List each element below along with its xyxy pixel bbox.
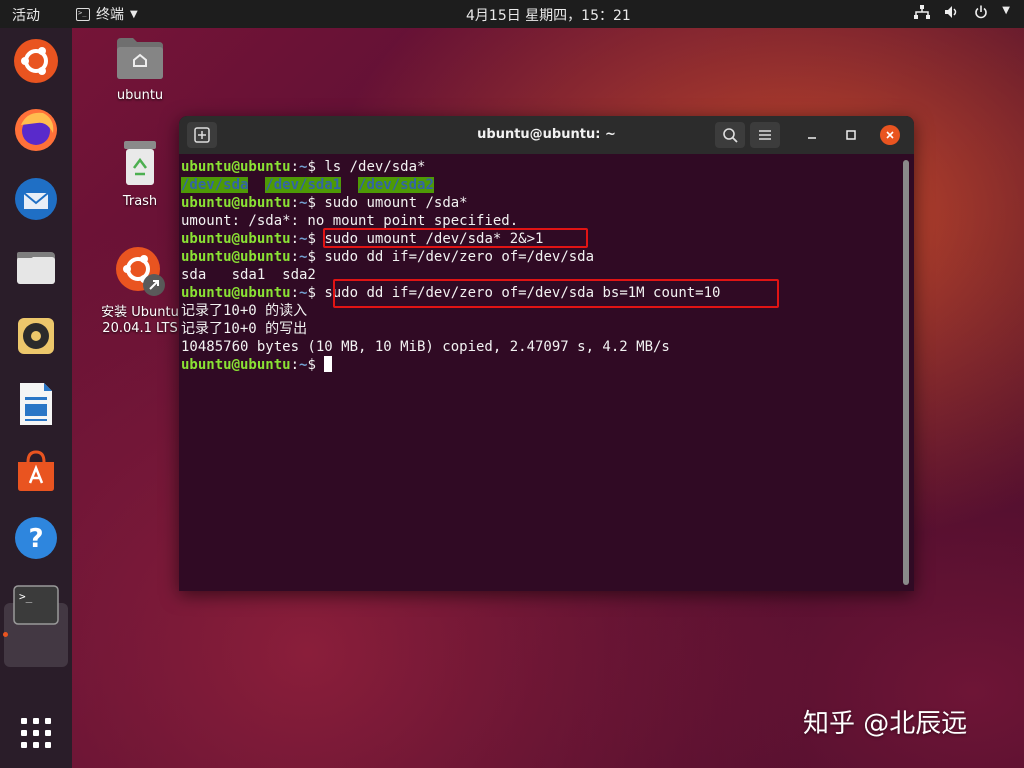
terminal-line: sda sda1 sda2	[181, 267, 316, 283]
power-icon	[974, 5, 988, 23]
firefox-icon[interactable]	[11, 105, 61, 155]
app-menu-label: 终端	[96, 7, 124, 23]
desktop-icon-label: 安装 Ubuntu	[101, 305, 179, 320]
terminal-titlebar[interactable]: ubuntu@ubuntu: ~	[179, 116, 914, 154]
minimize-button[interactable]	[802, 125, 822, 145]
desktop-trash[interactable]: Trash	[95, 140, 185, 210]
highlight-box	[333, 279, 779, 308]
home-folder-icon	[117, 38, 163, 79]
writer-icon[interactable]	[11, 379, 61, 429]
terminal-line: /dev/sda /dev/sda1 /dev/sda2	[181, 177, 434, 193]
desktop-icon-label: Trash	[122, 194, 158, 209]
menu-button[interactable]	[750, 122, 780, 148]
terminal-small-icon: >_	[76, 7, 90, 21]
terminal-line: ubuntu@ubuntu:~$ sudo dd if=/dev/zero of…	[181, 249, 595, 265]
minimize-icon	[808, 137, 816, 139]
terminal-line: ubuntu@ubuntu:~$ ls /dev/sda*	[181, 159, 426, 175]
rhythmbox-icon[interactable]	[11, 311, 61, 361]
desktop-home-folder[interactable]: ubuntu	[95, 36, 185, 104]
desktop-install-ubuntu[interactable]: 安装 Ubuntu 20.04.1 LTS	[95, 245, 185, 337]
trash-icon	[124, 141, 156, 185]
maximize-button[interactable]	[841, 125, 861, 145]
scrollbar[interactable]	[903, 160, 909, 585]
chevron-down-icon: ▼	[1002, 5, 1010, 16]
activities-button[interactable]: 活动	[12, 5, 40, 25]
clock[interactable]: 4月15日 星期四，15：21	[466, 5, 631, 25]
text-cursor	[324, 356, 333, 372]
terminal-line: 10485760 bytes (10 MB, 10 MiB) copied, 2…	[181, 339, 670, 355]
ubuntu-installer-icon	[116, 247, 165, 296]
watermark: 知乎 @北辰远	[803, 709, 968, 739]
hamburger-menu-icon	[759, 130, 771, 140]
maximize-icon	[846, 130, 856, 140]
chevron-down-icon: ▼	[130, 8, 138, 20]
software-icon[interactable]	[11, 446, 61, 496]
volume-icon	[944, 5, 960, 23]
top-bar: 活动 >_ 终端 ▼ 4月15日 星期四，15：21 ▼	[0, 0, 1024, 28]
terminal-prompt-line: ubuntu@ubuntu:~$	[181, 356, 333, 374]
terminal-output[interactable]: ubuntu@ubuntu:~$ ls /dev/sda* /dev/sda /…	[181, 158, 896, 588]
app-grid-icon[interactable]	[11, 708, 61, 758]
svg-text:?: ?	[28, 524, 43, 554]
files-icon[interactable]	[11, 243, 61, 293]
search-button[interactable]	[715, 122, 745, 148]
dock: ? >_	[0, 28, 72, 768]
network-icon	[914, 5, 931, 23]
search-icon	[723, 128, 738, 143]
terminal-line: ubuntu@ubuntu:~$ sudo umount /sda*	[181, 195, 468, 211]
terminal-line: 记录了10+0 的读入	[181, 303, 308, 319]
terminal-icon[interactable]: >_	[11, 580, 61, 630]
svg-text:>_: >_	[19, 590, 33, 603]
terminal-window[interactable]: ubuntu@ubuntu: ~ ubuntu@ubuntu:~$ ls /de…	[179, 116, 914, 591]
close-icon	[886, 131, 894, 139]
desktop-icon-label: 20.04.1 LTS	[102, 321, 178, 336]
highlight-box	[323, 228, 588, 248]
ubuntu-installer-icon[interactable]	[11, 36, 61, 86]
help-icon[interactable]: ?	[11, 513, 61, 563]
app-menu[interactable]: >_ 终端 ▼	[76, 4, 138, 24]
desktop-icon-label: ubuntu	[116, 88, 164, 103]
thunderbird-icon[interactable]	[11, 174, 61, 224]
close-button[interactable]	[880, 125, 900, 145]
system-menu[interactable]: ▼	[914, 5, 1010, 23]
running-indicator	[3, 632, 8, 637]
terminal-line: 记录了10+0 的写出	[181, 321, 308, 337]
